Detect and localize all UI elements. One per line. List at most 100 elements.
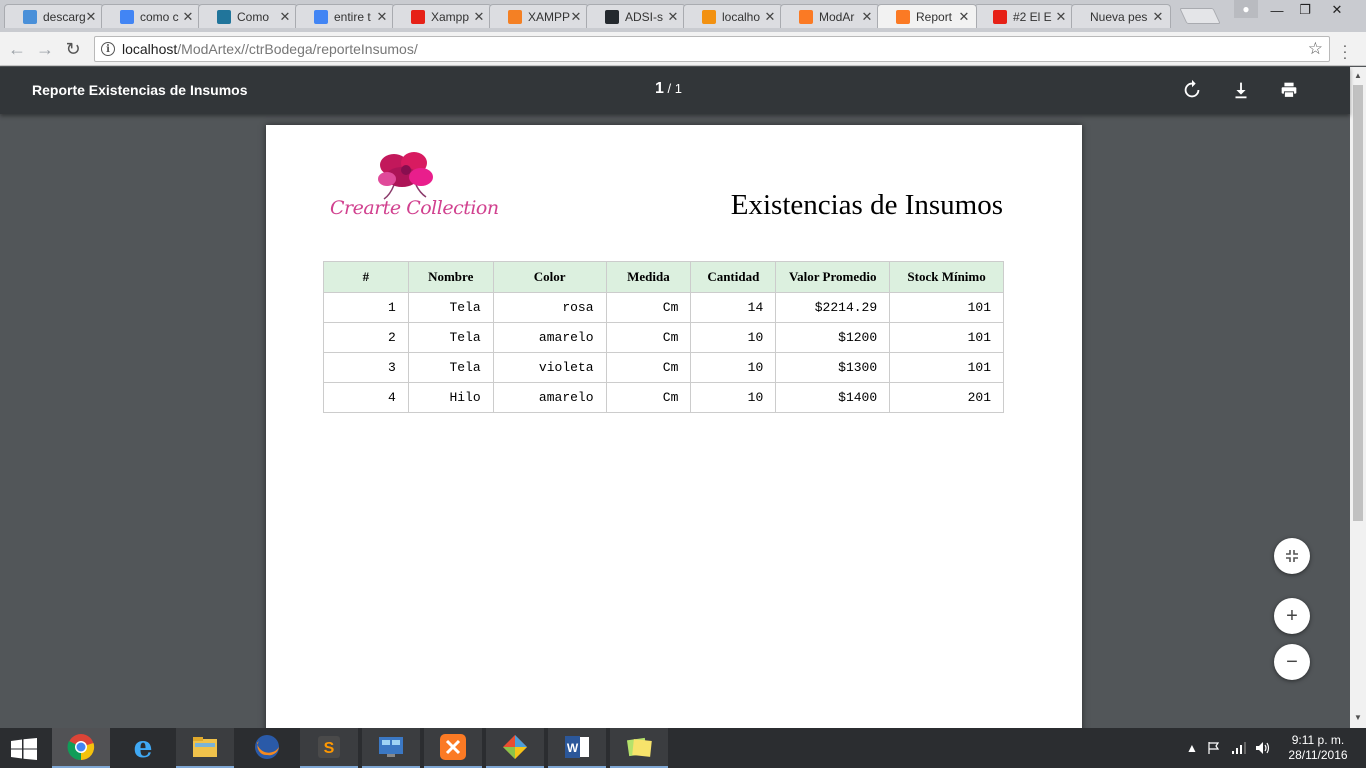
tab-title: descarg xyxy=(43,9,85,24)
table-row: 1 Tela rosa Cm 14 $2214.29 101 xyxy=(323,292,1004,323)
word-taskbar-icon[interactable]: W xyxy=(548,728,606,768)
tab-close-icon[interactable]: ✕ xyxy=(376,9,388,25)
table-cell: 2 xyxy=(323,322,409,353)
table-cell: amarelo xyxy=(492,382,607,413)
tab-title: localho xyxy=(722,9,761,24)
user-profile-icon[interactable]: ● xyxy=(1234,0,1258,18)
page-indicator: 1 / 1 xyxy=(655,80,682,98)
youtube-favicon-icon xyxy=(993,9,1007,24)
file-explorer-taskbar-icon[interactable] xyxy=(176,728,234,768)
tab-close-icon[interactable]: ✕ xyxy=(1152,9,1164,25)
table-cell: rosa xyxy=(492,292,607,323)
show-hidden-icons[interactable]: ▲ xyxy=(1186,728,1198,768)
browser-tab[interactable]: XAMPP ✕ xyxy=(489,4,589,28)
tab-close-icon[interactable]: ✕ xyxy=(182,9,194,25)
column-header: Nombre xyxy=(407,261,494,293)
back-button[interactable]: ← xyxy=(6,38,28,60)
browser-tab[interactable]: Como ✕ xyxy=(198,4,298,28)
scroll-down-arrow[interactable]: ▼ xyxy=(1353,713,1363,722)
action-center-flag-icon[interactable] xyxy=(1207,728,1221,768)
browser-tab[interactable]: Report ✕ xyxy=(877,4,977,28)
tab-title: entire t xyxy=(334,9,371,24)
table-cell: $1300 xyxy=(775,352,891,383)
zoom-in-button[interactable]: + xyxy=(1274,598,1310,634)
table-cell: Hilo xyxy=(407,382,494,413)
tab-close-icon[interactable]: ✕ xyxy=(861,9,873,25)
git-taskbar-icon[interactable] xyxy=(486,728,544,768)
sublime-text-taskbar-icon[interactable]: S xyxy=(300,728,358,768)
tab-close-icon[interactable]: ✕ xyxy=(570,9,582,25)
tab-strip: descarg ✕ como c ✕ Como ✕ entire t ✕ Xampp ✕ XAMPP… xyxy=(0,0,1366,32)
tab-title: como c xyxy=(140,9,179,24)
tab-close-icon[interactable]: ✕ xyxy=(958,9,970,25)
total-pages: / 1 xyxy=(667,81,682,96)
tab-close-icon[interactable]: ✕ xyxy=(1055,9,1067,25)
current-page-input[interactable]: 1 xyxy=(655,80,664,97)
sticky-notes-taskbar-icon[interactable] xyxy=(610,728,668,768)
browser-tab[interactable]: entire t ✕ xyxy=(295,4,395,28)
tab-close-icon[interactable]: ✕ xyxy=(85,9,97,25)
youtube-favicon-icon xyxy=(411,9,425,24)
tab-close-icon[interactable]: ✕ xyxy=(667,9,679,25)
pdf-document-title: Reporte Existencias de Insumos xyxy=(32,82,248,98)
table-cell: Tela xyxy=(407,352,494,383)
control-panel-taskbar-icon[interactable] xyxy=(362,728,420,768)
windows-start-icon[interactable] xyxy=(10,738,38,760)
browser-tab[interactable]: Xampp ✕ xyxy=(392,4,492,28)
chrome-taskbar-icon[interactable] xyxy=(52,728,110,768)
supplies-table: # Nombre Color Medida Cantidad Valor Promedio… xyxy=(323,261,1004,413)
pdf-toolbar: Reporte Existencias de Insumos 1 / 1 xyxy=(0,67,1350,114)
minimize-icon[interactable]: — xyxy=(1262,0,1292,20)
print-icon[interactable] xyxy=(1278,79,1300,101)
new-tab-button[interactable] xyxy=(1179,8,1221,24)
column-header: # xyxy=(323,261,409,293)
chrome-menu-icon[interactable]: ... xyxy=(1340,35,1350,62)
restore-icon[interactable]: ❐ xyxy=(1290,0,1320,20)
tab-close-icon[interactable]: ✕ xyxy=(279,9,291,25)
browser-tab[interactable]: localho ✕ xyxy=(683,4,783,28)
reload-button[interactable]: ↻ xyxy=(62,38,84,60)
browser-tab[interactable]: ADSI-s ✕ xyxy=(586,4,686,28)
browser-tab[interactable]: descarg ✕ xyxy=(4,4,104,28)
tab-close-icon[interactable]: ✕ xyxy=(764,9,776,25)
table-cell: 101 xyxy=(889,322,1004,353)
tab-title: #2 El E xyxy=(1013,9,1052,24)
firefox-taskbar-icon[interactable] xyxy=(238,728,296,768)
bookmark-star-icon[interactable]: ☆ xyxy=(1308,39,1323,59)
forward-button[interactable]: → xyxy=(34,38,56,60)
internet-explorer-taskbar-icon[interactable]: e xyxy=(114,728,172,768)
xampp-favicon-icon xyxy=(799,9,813,24)
address-bar[interactable]: i localhost/ModArtex//ctrBodega/reporteI… xyxy=(94,36,1330,62)
site-info-icon[interactable]: i xyxy=(101,42,115,56)
url-text[interactable]: localhost/ModArtex//ctrBodega/reporteIns… xyxy=(122,41,418,57)
download-favicon-icon xyxy=(23,9,37,24)
scrollbar-thumb[interactable] xyxy=(1353,85,1363,521)
sticky-notes-icon xyxy=(626,737,652,757)
taskbar-clock[interactable]: 9:11 p. m. 28/11/2016 xyxy=(1286,733,1350,763)
xampp-favicon-icon xyxy=(896,9,910,24)
tab-close-icon[interactable]: ✕ xyxy=(473,9,485,25)
rotate-icon[interactable] xyxy=(1181,79,1203,101)
scroll-up-arrow[interactable]: ▲ xyxy=(1353,71,1363,80)
report-heading: Existencias de Insumos xyxy=(730,189,1003,221)
zoom-out-button[interactable]: − xyxy=(1274,644,1310,680)
tab-title: XAMPP xyxy=(528,9,570,24)
tab-title: ModAr xyxy=(819,9,855,24)
git-icon xyxy=(503,735,527,759)
volume-icon[interactable] xyxy=(1255,728,1271,768)
table-header-row: # Nombre Color Medida Cantidad Valor Promedio… xyxy=(323,261,1004,293)
browser-tab[interactable]: como c ✕ xyxy=(101,4,201,28)
vertical-scrollbar[interactable]: ▲ ▼ xyxy=(1350,67,1366,728)
network-signal-icon[interactable] xyxy=(1231,728,1247,768)
browser-tab[interactable]: ModAr ✕ xyxy=(780,4,880,28)
download-icon[interactable] xyxy=(1230,79,1252,101)
browser-tab[interactable]: #2 El E ✕ xyxy=(974,4,1074,28)
fit-to-page-button[interactable] xyxy=(1274,538,1310,574)
flower-logo-icon xyxy=(378,152,433,200)
table-row: 3 Tela violeta Cm 10 $1300 101 xyxy=(323,352,1004,383)
close-window-icon[interactable]: ✕ xyxy=(1322,0,1352,20)
xampp-taskbar-icon[interactable] xyxy=(424,728,482,768)
column-header: Cantidad xyxy=(690,261,777,293)
tab-title: Xampp xyxy=(431,9,470,24)
browser-tab[interactable]: Nueva pes ✕ xyxy=(1071,4,1171,28)
